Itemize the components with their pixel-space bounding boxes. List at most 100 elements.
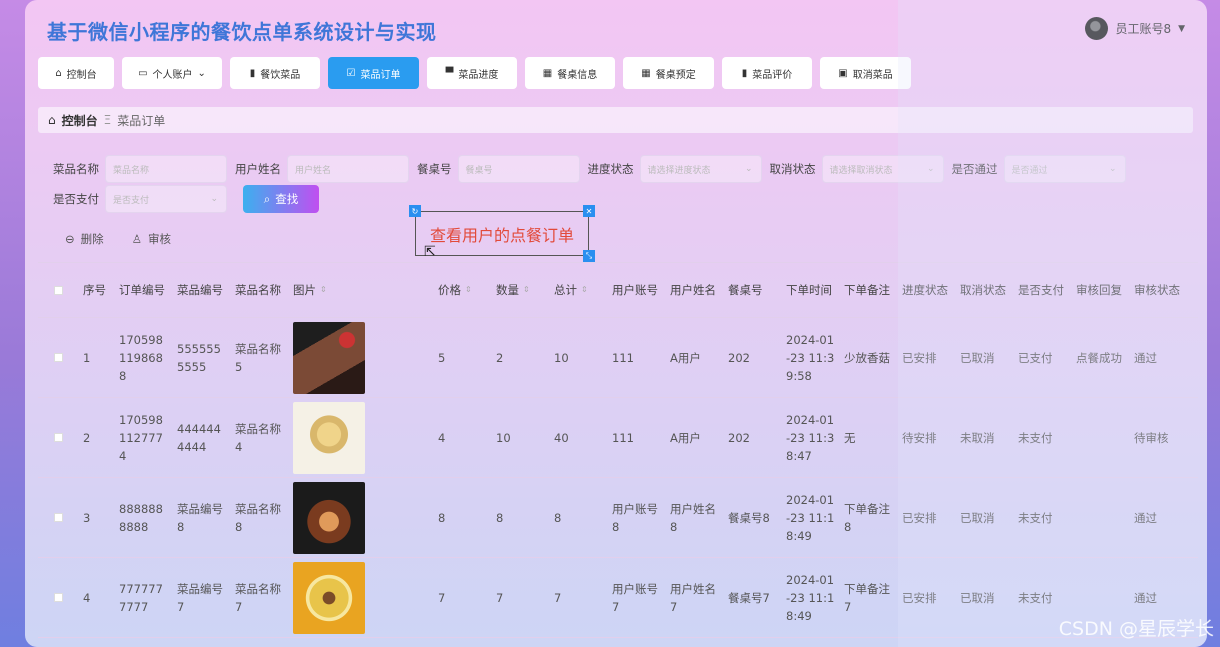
cell-price: 7 bbox=[438, 590, 446, 605]
table-row[interactable]: 2 1705981127774 4444444444 菜品名称4 4 10 40… bbox=[38, 398, 1198, 478]
progress-select[interactable]: 请选择进度状态 ⌄ bbox=[639, 155, 762, 183]
cell-account: 111 bbox=[612, 350, 634, 365]
cell-review: 通过 bbox=[1134, 510, 1157, 525]
cell-qty: 7 bbox=[496, 590, 504, 605]
nav-reviews[interactable]: ▮ 菜品评价 bbox=[722, 57, 812, 89]
dish-name-label: 菜品名称 bbox=[53, 162, 99, 176]
cell-dish-code: 菜品编号7 bbox=[177, 581, 223, 614]
filter-form: 菜品名称 菜品名称 用户姓名 用户姓名 餐桌号 餐桌号 进度状态 请选择进度状态… bbox=[53, 155, 1193, 215]
cancel-select[interactable]: 请选择取消状态 ⌄ bbox=[821, 155, 944, 183]
table-actions: ⊖ 删除 ♙ 审核 bbox=[65, 231, 171, 247]
nav-progress[interactable]: ▀ 菜品进度 bbox=[427, 57, 517, 89]
header-image[interactable]: 图片 ⇕ bbox=[285, 263, 430, 317]
paid-select[interactable]: 是否支付 ⌄ bbox=[105, 185, 227, 213]
cell-dish-code: 菜品编号8 bbox=[177, 501, 223, 534]
chart-icon: ▮ bbox=[741, 67, 748, 79]
cell-user-name: A用户 bbox=[670, 350, 701, 365]
table-no-label: 餐桌号 bbox=[417, 162, 452, 176]
row-checkbox[interactable] bbox=[38, 318, 75, 397]
cell-price: 8 bbox=[438, 510, 446, 525]
search-button[interactable]: ⌕ 查找 bbox=[243, 185, 319, 213]
cell-image bbox=[285, 558, 430, 637]
nav-reservations[interactable]: ▦ 餐桌预定 bbox=[623, 57, 714, 89]
breadcrumb-home[interactable]: 控制台 bbox=[62, 112, 98, 129]
header-price[interactable]: 价格 ⇕ bbox=[430, 263, 488, 317]
cell-image bbox=[285, 318, 430, 397]
nav-dishes[interactable]: ▮ 餐饮菜品 bbox=[230, 57, 320, 89]
header-total[interactable]: 总计 ⇕ bbox=[546, 263, 604, 317]
header-idx: 序号 bbox=[83, 283, 106, 297]
cell-table-no: 餐桌号7 bbox=[728, 590, 770, 605]
chevron-down-icon: ⌄ bbox=[1108, 164, 1117, 174]
row-checkbox[interactable] bbox=[38, 478, 75, 557]
header-user-name: 用户姓名 bbox=[670, 283, 716, 297]
cell-qty: 8 bbox=[496, 510, 504, 525]
cell-order-no: 8888888888 bbox=[119, 501, 163, 534]
nav-dashboard[interactable]: ⌂ 控制台 bbox=[38, 57, 114, 89]
home-icon: ⌂ bbox=[48, 113, 56, 127]
cell-dish-code: 5555555555 bbox=[177, 341, 221, 374]
book-icon: ▮ bbox=[249, 67, 256, 79]
nav-orders[interactable]: ☑ 菜品订单 bbox=[328, 57, 419, 89]
watermark: CSDN @星辰学长 bbox=[1058, 618, 1214, 640]
header-order-no: 订单编号 bbox=[119, 283, 165, 297]
cell-total: 40 bbox=[554, 430, 569, 445]
row-checkbox[interactable] bbox=[38, 558, 75, 637]
cell-review: 待审核 bbox=[1134, 430, 1169, 445]
user-name-input[interactable]: 用户姓名 bbox=[287, 155, 409, 183]
order-icon: ☑ bbox=[346, 67, 356, 79]
cell-total: 10 bbox=[554, 350, 569, 365]
search-icon: ⌕ bbox=[263, 191, 271, 206]
chevron-down-icon: ⌄ bbox=[926, 164, 935, 174]
sort-icon: ⇕ bbox=[581, 285, 588, 294]
app-window: 基于微信小程序的餐饮点单系统设计与实现 员工账号8 ▼ ⌂ 控制台 ▭ 个人账户… bbox=[25, 0, 1207, 647]
clipboard-icon: ▣ bbox=[838, 67, 848, 79]
account-icon: ▭ bbox=[138, 67, 148, 79]
cell-account: 用户账号7 bbox=[612, 581, 658, 614]
rotate-handle-icon[interactable]: ↻ bbox=[409, 205, 421, 217]
table-row[interactable]: 1 1705981198688 5555555555 菜品名称5 5 2 10 … bbox=[38, 318, 1198, 398]
cell-dish-name: 菜品名称7 bbox=[235, 581, 281, 614]
app-title: 基于微信小程序的餐饮点单系统设计与实现 bbox=[47, 20, 437, 44]
user-menu[interactable]: 员工账号8 ▼ bbox=[1085, 17, 1185, 40]
nav-tables[interactable]: ▦ 餐桌信息 bbox=[525, 57, 615, 89]
cell-table-no: 202 bbox=[728, 350, 750, 365]
dish-image-steak bbox=[293, 321, 365, 394]
cell-cancel: 已取消 bbox=[960, 350, 995, 365]
cell-idx: 2 bbox=[83, 430, 91, 445]
user-name-label: 用户姓名 bbox=[235, 162, 281, 176]
cell-reply bbox=[1068, 478, 1126, 557]
close-handle-icon[interactable]: ✕ bbox=[583, 205, 595, 217]
review-button[interactable]: ♙ 审核 bbox=[132, 231, 171, 247]
header-table-no: 餐桌号 bbox=[728, 283, 763, 297]
dish-image-fried-dish bbox=[293, 561, 365, 634]
nav-account[interactable]: ▭ 个人账户 ⌄ bbox=[122, 57, 222, 89]
chevron-down-icon: ⌄ bbox=[744, 164, 753, 174]
minus-circle-icon: ⊖ bbox=[65, 232, 75, 246]
nav-cancel[interactable]: ▣ 取消菜品 bbox=[820, 57, 911, 89]
dish-name-input[interactable]: 菜品名称 bbox=[105, 155, 227, 183]
delete-button[interactable]: ⊖ 删除 bbox=[65, 231, 104, 247]
cell-cancel: 已取消 bbox=[960, 510, 995, 525]
table-no-input[interactable]: 餐桌号 bbox=[457, 155, 580, 183]
cell-image bbox=[285, 478, 430, 557]
resize-handle-icon[interactable]: ⤡ bbox=[583, 250, 595, 262]
user-name: 员工账号8 bbox=[1115, 22, 1172, 36]
header-review: 审核状态 bbox=[1134, 283, 1180, 297]
approved-select[interactable]: 是否通过 ⌄ bbox=[1003, 155, 1126, 183]
progress-label: 进度状态 bbox=[587, 162, 634, 176]
table-row[interactable]: 3 8888888888 菜品编号8 菜品名称8 8 8 8 用户账号8 用户姓… bbox=[38, 478, 1198, 558]
cell-dish-name: 菜品名称5 bbox=[235, 341, 281, 374]
table-row[interactable]: 4 7777777777 菜品编号7 菜品名称7 7 7 7 用户账号7 用户姓… bbox=[38, 558, 1198, 638]
cell-qty: 10 bbox=[496, 430, 511, 445]
cell-table-no: 202 bbox=[728, 430, 750, 445]
select-all-checkbox[interactable] bbox=[38, 263, 75, 317]
row-checkbox[interactable] bbox=[38, 398, 75, 477]
cell-cancel: 未取消 bbox=[960, 430, 995, 445]
cell-idx: 3 bbox=[83, 510, 91, 525]
annotation-text: 查看用户的点餐订单 bbox=[429, 225, 574, 245]
annotation-textbox[interactable]: 查看用户的点餐订单 ↻ ✕ ⤡ bbox=[409, 205, 595, 262]
breadcrumb-current: 菜品订单 bbox=[117, 113, 166, 128]
cell-order-no: 7777777777 bbox=[119, 581, 163, 614]
header-qty[interactable]: 数量 ⇕ bbox=[488, 263, 546, 317]
